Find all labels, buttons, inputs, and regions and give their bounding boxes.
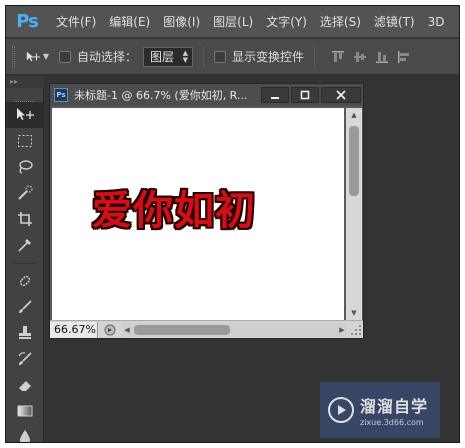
menu-bar: Ps 文件(F) 编辑(E) 图像(I) 图层(L) 文字(Y) 选择(S) 滤…	[6, 6, 459, 38]
scroll-right-arrow-icon[interactable]: ▶	[337, 323, 347, 337]
watermark-text: 溜溜自学 zixue.3d66.com	[360, 393, 428, 427]
move-tool-icon	[26, 51, 40, 61]
close-icon	[336, 90, 346, 100]
tool-gradient[interactable]	[6, 398, 44, 424]
chevron-down-icon: ▼	[42, 52, 49, 61]
tools-panel	[6, 88, 44, 442]
tool-healing-brush[interactable]	[6, 268, 44, 294]
vertical-scrollbar[interactable]: ▲ ▼	[346, 108, 362, 320]
scroll-down-arrow-icon[interactable]: ▼	[346, 306, 362, 320]
horizontal-scrollbar[interactable]: ◀ ▶	[122, 322, 347, 337]
auto-select-label: 自动选择：	[77, 50, 138, 64]
document-canvas[interactable]: 爱你如初	[52, 108, 344, 320]
status-bar: 66.67% ◀ ▶	[50, 320, 363, 338]
canvas-text-layer[interactable]: 爱你如初	[92, 178, 256, 236]
horizontal-scroll-thumb[interactable]	[134, 324, 230, 335]
tool-marquee[interactable]	[6, 128, 44, 154]
quick-select-tool-icon	[18, 185, 33, 200]
tool-eyedropper[interactable]	[6, 232, 44, 258]
status-info-button[interactable]	[102, 323, 118, 337]
toolbar-collapse-arrows[interactable]: ▸▸	[6, 76, 44, 88]
align-top-edges-icon[interactable]	[331, 50, 345, 64]
toolbar-grip[interactable]	[14, 90, 35, 102]
menu-type[interactable]: 文字(Y)	[266, 13, 307, 30]
brush-tool-icon	[19, 300, 32, 313]
clone-stamp-tool-icon	[19, 326, 31, 339]
menu-3d[interactable]: 3D	[428, 15, 445, 29]
resize-grip-icon[interactable]	[349, 323, 363, 337]
maximize-button[interactable]	[291, 87, 319, 103]
zoom-level-field[interactable]: 66.67%	[50, 321, 98, 338]
menu-layer[interactable]: 图层(L)	[213, 13, 253, 30]
minimize-button[interactable]	[261, 87, 289, 103]
options-bar-grip[interactable]	[12, 45, 15, 68]
scroll-up-arrow-icon[interactable]: ▲	[346, 108, 362, 122]
tool-move[interactable]	[6, 102, 44, 128]
divider	[203, 45, 205, 68]
play-logo-icon	[328, 397, 354, 423]
vertical-scroll-thumb[interactable]	[349, 126, 359, 196]
tool-lasso[interactable]	[6, 154, 44, 180]
watermark: 溜溜自学 zixue.3d66.com	[320, 382, 440, 438]
marquee-tool-icon	[18, 135, 32, 147]
app-logo: Ps	[16, 11, 39, 32]
updown-arrows-icon: ▲ ▼	[182, 48, 189, 64]
blur-tool-icon	[20, 430, 30, 442]
show-transform-label: 显示变换控件	[232, 50, 305, 64]
close-button[interactable]	[321, 87, 361, 103]
export-status-icon	[104, 324, 116, 335]
gradient-tool-icon	[17, 405, 33, 417]
crop-tool-icon	[18, 212, 32, 226]
tool-eraser[interactable]	[6, 372, 44, 398]
lasso-tool-icon	[19, 160, 33, 174]
auto-select-target-dropdown[interactable]: 图层 ▲ ▼	[143, 46, 194, 67]
minimize-icon	[271, 97, 279, 99]
scroll-left-arrow-icon[interactable]: ◀	[122, 323, 132, 337]
auto-select-checkbox[interactable]	[59, 50, 71, 63]
move-tool-icon	[17, 108, 34, 120]
tool-blur[interactable]	[6, 424, 44, 442]
healing-brush-tool-icon	[19, 275, 31, 287]
menu-file[interactable]: 文件(F)	[56, 13, 96, 30]
tool-brush[interactable]	[6, 294, 44, 320]
document-ps-icon: Ps	[54, 88, 68, 102]
document-window: Ps 未标题-1 @ 66.7% (爱你如初, R... 爱你如初 ▲ ▼ 66…	[49, 83, 364, 339]
align-bottom-edges-icon[interactable]	[375, 50, 389, 64]
tool-history-brush[interactable]	[6, 346, 44, 372]
tool-crop[interactable]	[6, 206, 44, 232]
divider	[314, 45, 316, 68]
document-title: 未标题-1 @ 66.7% (爱你如初, R...	[74, 89, 248, 102]
photoshop-window: Ps 文件(F) 编辑(E) 图像(I) 图层(L) 文字(Y) 选择(S) 滤…	[5, 5, 460, 443]
history-brush-tool-icon	[18, 352, 32, 365]
watermark-subtitle: zixue.3d66.com	[360, 418, 424, 427]
tool-clone-stamp[interactable]	[6, 320, 44, 346]
menu-edit[interactable]: 编辑(E)	[109, 13, 150, 30]
eraser-tool-icon	[19, 381, 31, 391]
align-left-edges-icon[interactable]	[397, 50, 411, 64]
align-vertical-centers-icon[interactable]	[353, 50, 367, 64]
document-title-bar[interactable]: Ps 未标题-1 @ 66.7% (爱你如初, R...	[50, 84, 363, 106]
auto-select-target-value: 图层	[150, 50, 175, 64]
menu-filter[interactable]: 滤镜(T)	[374, 13, 415, 30]
divider	[12, 258, 37, 264]
tool-preset-picker[interactable]: ▼	[25, 47, 49, 67]
align-buttons	[331, 50, 411, 64]
watermark-title: 溜溜自学	[360, 397, 429, 416]
menu-image[interactable]: 图像(I)	[163, 13, 200, 30]
menu-select[interactable]: 选择(S)	[320, 13, 361, 30]
show-transform-checkbox[interactable]	[214, 50, 227, 63]
maximize-icon	[300, 90, 310, 100]
tool-quick-select[interactable]	[6, 180, 44, 206]
options-bar: ▼ 自动选择： 图层 ▲ ▼ 显示变换控件	[6, 39, 459, 75]
eyedropper-tool-icon	[18, 239, 31, 252]
